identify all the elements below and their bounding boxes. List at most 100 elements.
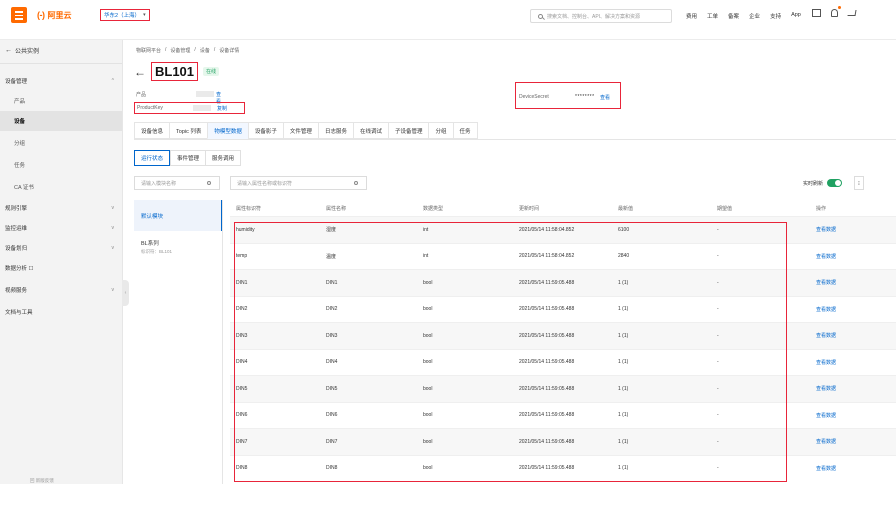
table-cell: bool bbox=[423, 385, 433, 392]
sidebar-item[interactable]: 监控运维 v bbox=[0, 218, 122, 238]
table-cell: DIN7 bbox=[236, 438, 248, 445]
chevron-up-icon: ^ bbox=[111, 78, 114, 84]
breadcrumb-sep: / bbox=[194, 47, 196, 53]
table-cell: 2021/05/14 11:59:05.488 bbox=[519, 412, 575, 419]
breadcrumb-sep: / bbox=[165, 47, 167, 53]
module-search-input[interactable]: 请输入模块名称 bbox=[134, 176, 220, 190]
sidebar-item[interactable]: 设备管理 ^ bbox=[0, 71, 122, 91]
nav-icp[interactable]: 备案 bbox=[728, 12, 739, 20]
tab[interactable]: Topic 列表 bbox=[169, 122, 208, 139]
tab[interactable]: 在线调试 bbox=[352, 122, 388, 139]
menu-icon[interactable] bbox=[11, 7, 27, 23]
realtime-refresh: 实时刷新 bbox=[803, 179, 843, 187]
arrow-left-icon[interactable]: ← bbox=[134, 65, 146, 79]
module-item[interactable]: BL系列 标识符：BL101 bbox=[134, 231, 222, 262]
view-data-link[interactable]: 查看数据 bbox=[816, 279, 896, 286]
table-row: DIN5 DIN5 bool 2021/05/14 11:59:05.488 1 (1)… bbox=[230, 375, 896, 402]
subtab[interactable]: 服务调用 bbox=[205, 150, 242, 166]
table-cell: 2021/05/14 11:59:05.488 bbox=[519, 385, 575, 392]
view-data-link[interactable]: 查看数据 bbox=[816, 332, 896, 339]
column-header: 数据类型 bbox=[423, 205, 444, 212]
table-row: DIN1 DIN1 bool 2021/05/14 11:59:05.488 1 (1)… bbox=[230, 269, 896, 296]
chevron-down-icon: ▾ bbox=[143, 12, 146, 18]
subtab[interactable]: 事件管理 bbox=[170, 150, 206, 166]
tab[interactable]: 物模型数据 bbox=[207, 122, 248, 139]
table-cell: 温度 bbox=[326, 253, 337, 260]
search-icon bbox=[538, 13, 543, 19]
module-item[interactable]: 默认模块 bbox=[134, 200, 222, 231]
nav-app[interactable]: App bbox=[791, 12, 801, 20]
devicesecret-label: DeviceSecret bbox=[519, 94, 549, 100]
table-cell: 1 (1) bbox=[618, 385, 629, 392]
tab[interactable]: 子设备管理 bbox=[387, 122, 429, 139]
region-selector[interactable]: 华东2（上海） ▾ bbox=[100, 9, 150, 21]
realtime-toggle[interactable] bbox=[827, 179, 843, 187]
main-content: 物联网平台 / 设备管理 / 设备 / 设备详情 ← BL101 在线 产品 查… bbox=[130, 40, 896, 484]
table-cell: DIN2 bbox=[326, 306, 338, 313]
sidebar-collapse-handle[interactable]: ‹ bbox=[122, 280, 129, 306]
nav-enterprise[interactable]: 企业 bbox=[749, 12, 760, 20]
sidebar-item[interactable]: 产品 bbox=[0, 91, 122, 111]
view-data-link[interactable]: 查看数据 bbox=[816, 306, 896, 313]
view-data-link[interactable]: 查看数据 bbox=[816, 465, 896, 472]
property-table: 属性标识符 属性名称 数据类型 更新时间 最新值 期望值 操作 humidity 湿度 int 2… bbox=[230, 200, 896, 481]
tab[interactable]: 文件管理 bbox=[282, 122, 318, 139]
nav-billing[interactable]: 费用 bbox=[686, 12, 697, 20]
nav-ticket[interactable]: 工单 bbox=[707, 12, 718, 20]
table-cell: bool bbox=[423, 359, 433, 366]
sidebar-item[interactable]: CA 证书 bbox=[0, 177, 122, 197]
table-cell: DIN1 bbox=[326, 279, 338, 286]
cart-icon[interactable] bbox=[847, 10, 857, 16]
sidebar-item[interactable]: 任务 bbox=[0, 155, 122, 175]
table-cell: 2021/05/14 11:59:05.488 bbox=[519, 279, 575, 286]
nav-support[interactable]: 支持 bbox=[770, 12, 781, 20]
view-data-link[interactable]: 查看数据 bbox=[816, 226, 896, 233]
tab[interactable]: 分组 bbox=[428, 122, 453, 139]
sidebar-item[interactable]: 设备划归 v bbox=[0, 238, 122, 258]
table-cell: DIN5 bbox=[236, 385, 248, 392]
global-search-input[interactable]: 搜索文档、控制台、API、解决方案和资源 bbox=[530, 9, 672, 23]
sidebar-item-label: 任务 bbox=[14, 163, 26, 169]
sidebar-back-link[interactable]: ← 公共实例 bbox=[5, 46, 39, 55]
tab[interactable]: 任务 bbox=[452, 122, 478, 139]
view-data-link[interactable]: 查看数据 bbox=[816, 359, 896, 366]
table-cell: - bbox=[717, 465, 719, 472]
module-divider bbox=[222, 200, 223, 484]
table-row: DIN4 DIN4 bool 2021/05/14 11:59:05.488 1 (1)… bbox=[230, 348, 896, 376]
view-data-link[interactable]: 查看数据 bbox=[816, 385, 896, 392]
subtab[interactable]: 运行状态 bbox=[134, 150, 171, 166]
chevron-down-icon: v bbox=[111, 225, 115, 231]
top-bar: (-) 阿里云 华东2（上海） ▾ 搜索文档、控制台、API、解决方案和资源 费… bbox=[0, 0, 896, 40]
logo-mark: (-) bbox=[37, 10, 45, 20]
sidebar-item[interactable]: 规则引擎 v bbox=[0, 198, 122, 218]
devicesecret-view-link[interactable]: 查看 bbox=[600, 94, 610, 101]
tab[interactable]: 设备信息 bbox=[134, 122, 170, 139]
table-cell: bool bbox=[423, 438, 433, 445]
breadcrumb-device-mgmt[interactable]: 设备管理 bbox=[170, 47, 190, 54]
breadcrumb-iot[interactable]: 物联网平台 bbox=[136, 47, 161, 54]
screen-icon[interactable] bbox=[812, 9, 821, 17]
more-options-button[interactable]: ⁝ bbox=[854, 176, 864, 190]
property-search-input[interactable]: 请输入属性名称或标识符 bbox=[230, 176, 367, 190]
column-header: 操作 bbox=[816, 205, 827, 212]
sidebar-item[interactable]: 数据分析 ☐ bbox=[0, 258, 122, 278]
tab[interactable]: 设备影子 bbox=[247, 122, 283, 139]
sidebar-item[interactable]: 视频服务 v bbox=[0, 280, 122, 300]
productkey-copy-link[interactable]: 复制 bbox=[217, 105, 227, 112]
table-cell: 2021/05/14 11:58:04.852 bbox=[519, 226, 575, 233]
view-data-link[interactable]: 查看数据 bbox=[816, 412, 896, 419]
module-list: 默认模块 BL系列 标识符：BL101 bbox=[134, 200, 222, 262]
view-data-link[interactable]: 查看数据 bbox=[816, 253, 896, 260]
breadcrumb-device[interactable]: 设备 bbox=[200, 47, 210, 54]
tab[interactable]: 日志服务 bbox=[317, 122, 353, 139]
property-search-placeholder: 请输入属性名称或标识符 bbox=[237, 180, 293, 187]
feedback-link[interactable]: 回 新版反馈 bbox=[30, 478, 54, 484]
table-cell: 6100 bbox=[618, 226, 630, 233]
bell-icon[interactable] bbox=[831, 6, 841, 17]
view-data-link[interactable]: 查看数据 bbox=[816, 438, 896, 445]
sidebar-item[interactable]: 分组 bbox=[0, 133, 122, 153]
sidebar-item[interactable]: 设备 bbox=[0, 111, 122, 131]
table-cell: 2021/05/14 11:58:04.852 bbox=[519, 253, 575, 260]
sidebar-item[interactable]: 文档与工具 bbox=[0, 302, 122, 322]
aliyun-logo[interactable]: (-) 阿里云 bbox=[37, 9, 72, 21]
